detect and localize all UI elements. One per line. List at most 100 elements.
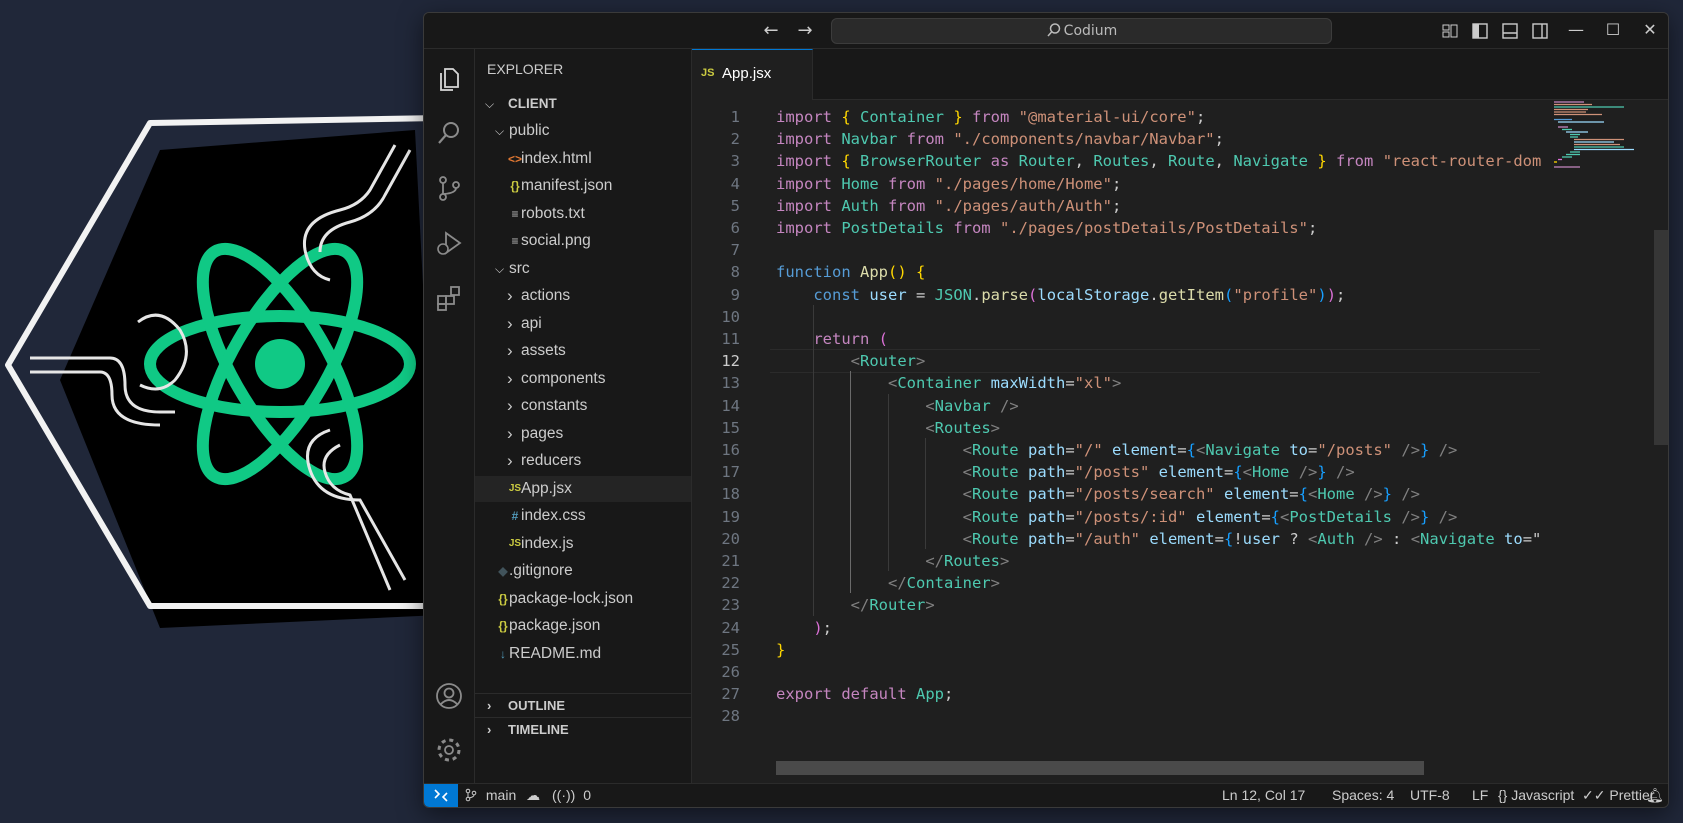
code-editor[interactable]: 1 import { Container } from "@material-ui…	[692, 100, 1668, 784]
status-bar: main ☁ ((·)) 0 Ln 12, Col 17 Spaces: 4 U…	[424, 783, 1668, 807]
file-tree-item[interactable]: {} manifest.json	[475, 173, 691, 199]
ports-count: 0	[583, 787, 591, 803]
file-tree-label: public	[509, 122, 550, 139]
remote-indicator[interactable]	[424, 784, 458, 807]
maximize-icon[interactable]: ☐	[1598, 17, 1628, 43]
file-tree-item[interactable]: ≡ robots.txt	[475, 201, 691, 227]
chevron-right-icon: ›	[507, 368, 513, 388]
file-tree-item[interactable]: <> index.html	[475, 146, 691, 172]
branch-indicator[interactable]: main ☁	[464, 784, 540, 807]
line-number: 25	[721, 640, 740, 659]
file-tree-label: index.html	[521, 149, 592, 167]
arrow-right-icon[interactable]: →	[794, 20, 816, 42]
file-tree-item[interactable]: ◆ .gitignore	[475, 558, 691, 584]
file-tree-label: pages	[521, 424, 564, 442]
code-line: 11 return (	[692, 327, 1552, 351]
file-tree-label: .gitignore	[509, 562, 573, 579]
line-number: 27	[721, 685, 740, 704]
tab-app-jsx[interactable]: JS App.jsx	[692, 49, 813, 101]
line-number: 3	[730, 152, 740, 171]
cursor-position[interactable]: Ln 12, Col 17	[1222, 784, 1305, 807]
file-tree-item[interactable]: {} package.json	[475, 613, 691, 639]
code-text: import Navbar from "./components/navbar/…	[776, 130, 1224, 149]
toggle-primary-sidebar-icon[interactable]	[1471, 22, 1489, 40]
react-logo-badge	[5, 115, 443, 628]
file-tree-item[interactable]: # index.css	[475, 503, 691, 529]
minimize-icon[interactable]: —	[1561, 17, 1591, 43]
language-mode[interactable]: {} Javascript	[1498, 784, 1574, 807]
file-tree-item[interactable]: JS index.js	[475, 531, 691, 557]
timeline-section[interactable]: › TIMELINE	[475, 717, 691, 742]
explorer-title: EXPLORER	[487, 61, 564, 77]
outline-section[interactable]: › OUTLINE	[475, 693, 691, 718]
vscodium-window: ← → Codium — ☐ ✕ EXPLORER ⌵ CLIENT ⌵ publ…	[423, 12, 1669, 808]
line-number: 26	[721, 663, 740, 681]
file-tree-item[interactable]: ⌵ src	[475, 256, 691, 282]
line-number: 17	[721, 463, 740, 482]
sync-icon[interactable]: ☁	[526, 787, 540, 803]
file-tree-item[interactable]: JS App.jsx	[475, 475, 691, 502]
line-number: 5	[730, 196, 740, 215]
explorer-icon[interactable]	[434, 63, 464, 93]
explorer-root-folder[interactable]: ⌵ CLIENT	[475, 91, 691, 117]
close-icon[interactable]: ✕	[1635, 17, 1665, 43]
bell-icon[interactable]: 🔔︎	[1646, 784, 1664, 807]
file-tree-item[interactable]: {} package-lock.json	[475, 586, 691, 612]
line-number: 24	[721, 618, 740, 637]
line-number: 22	[721, 574, 740, 593]
arrow-left-icon[interactable]: ←	[760, 20, 782, 42]
gear-icon[interactable]	[434, 735, 464, 765]
formatter-status[interactable]: ✓✓ Prettier	[1582, 784, 1654, 807]
code-text: <Route path="/" element={<Navigate to="/…	[962, 441, 1458, 459]
file-tree-item[interactable]: › api	[475, 311, 691, 337]
customize-layout-icon[interactable]	[1441, 22, 1459, 40]
command-center-search[interactable]: Codium	[831, 18, 1332, 44]
search-label: Codium	[1063, 23, 1118, 39]
chevron-right-icon: ›	[507, 451, 513, 470]
file-tree-item[interactable]: ≡ social.png	[475, 228, 691, 254]
code-line: 24 );	[692, 616, 1552, 640]
code-text: <Route path="/auth" element={!user ? <Au…	[962, 529, 1542, 548]
run-debug-icon[interactable]	[434, 228, 464, 258]
file-tree-item[interactable]: › components	[475, 366, 691, 392]
file-tree-item[interactable]: ↓ README.md	[475, 641, 691, 667]
file-tree-label: index.css	[521, 507, 586, 524]
file-tree-label: App.jsx	[521, 479, 572, 497]
code-text: export default App;	[776, 685, 954, 704]
toggle-panel-icon[interactable]	[1501, 22, 1519, 40]
file-tree-item[interactable]: › assets	[475, 338, 691, 364]
vertical-scrollbar[interactable]	[1654, 230, 1668, 445]
search-icon[interactable]	[434, 118, 464, 148]
end-of-line[interactable]: LF	[1472, 784, 1488, 807]
file-tree-item[interactable]: ⌵ public	[475, 118, 691, 144]
code-text: <Route path="/posts/:id" element={<PostD…	[962, 507, 1458, 526]
remote-icon	[434, 789, 448, 802]
file-tree-item[interactable]: › constants	[475, 393, 691, 419]
line-number: 7	[730, 241, 740, 260]
chevron-down-icon: ⌵	[485, 97, 495, 111]
accounts-icon[interactable]	[434, 681, 464, 711]
file-tree-item[interactable]: › reducers	[475, 448, 691, 474]
code-line: 16 <Route path="/" element={<Navigate to…	[692, 438, 1552, 462]
title-bar: ← → Codium — ☐ ✕	[424, 13, 1668, 49]
line-number: 12	[721, 352, 740, 371]
chevron-right-icon: ›	[507, 286, 513, 305]
horizontal-scrollbar[interactable]	[776, 761, 1424, 775]
minimap[interactable]	[1554, 100, 1654, 170]
line-number: 6	[730, 219, 740, 237]
code-line: 3 import { BrowserRouter as Router, Route…	[692, 149, 1552, 173]
toggle-secondary-sidebar-icon[interactable]	[1531, 22, 1549, 40]
encoding[interactable]: UTF-8	[1410, 784, 1450, 807]
code-line: 23 </Router>	[692, 593, 1552, 617]
code-line: 18 <Route path="/posts/search" element={…	[692, 482, 1552, 506]
source-control-icon[interactable]	[434, 173, 464, 203]
timeline-label: TIMELINE	[508, 722, 569, 737]
code-line: 27 export default App;	[692, 682, 1552, 706]
chevron-right-icon: ›	[487, 722, 492, 737]
ports-indicator[interactable]: ((·)) 0	[552, 784, 591, 807]
file-tree-item[interactable]: › pages	[475, 421, 691, 447]
indentation[interactable]: Spaces: 4	[1332, 784, 1394, 807]
code-line: 1 import { Container } from "@material-ui…	[692, 105, 1552, 129]
file-tree-item[interactable]: › actions	[475, 283, 691, 309]
extensions-icon[interactable]	[434, 283, 464, 313]
